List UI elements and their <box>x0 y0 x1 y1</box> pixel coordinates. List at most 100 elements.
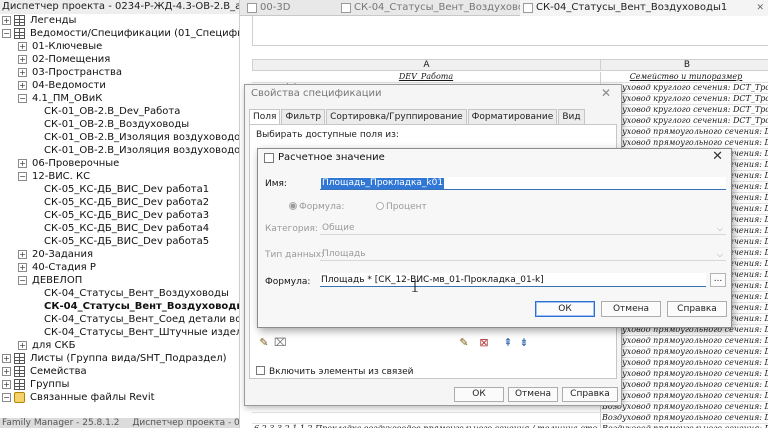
expand-icon[interactable]: + <box>18 263 27 272</box>
tree-label: 01-Ключевые <box>32 41 103 52</box>
data-type-select[interactable]: Площадь ⌵ <box>320 248 726 261</box>
cell-family-type[interactable]: Воздуховод круглого сечения: DCT_Тройник… <box>602 105 768 115</box>
tree-label: СК-01_ОВ-2.В_Dev_Работа <box>44 106 181 117</box>
cell-family-type[interactable]: Воздуховод прямоугольного сечения: DCT_О… <box>602 138 768 148</box>
cell-family-type[interactable]: Воздуховод прямоугольного сечения: DCT_О… <box>602 424 768 428</box>
cell-family-type[interactable]: Воздуховод прямоугольного сечения: DCT_О… <box>602 413 768 423</box>
radio-dot <box>289 202 297 210</box>
expand-icon[interactable]: + <box>18 55 27 64</box>
schedule-title-area <box>252 16 768 46</box>
formula-radio[interactable]: Формула: <box>289 202 344 212</box>
tree-label: СК-04_Статусы_Вент_Штучные изделия <box>44 327 240 338</box>
collapse-icon[interactable]: − <box>18 276 27 285</box>
cell-family-type[interactable]: Воздуховод прямоугольного сечения: DCT_О… <box>602 369 768 379</box>
cell-dev-work[interactable]: 6.2.3.3.2.1.1.2 Прокладка воздуховодов п… <box>254 424 598 428</box>
name-label: Имя: <box>265 179 287 189</box>
tree-label: СК-04_Статусы_Вент_Воздуховоды1 <box>44 301 240 312</box>
tree-label: СК-01_ОВ-2.В_Изоляция воздуховодов(1/2) <box>44 132 240 143</box>
cell-family-type[interactable]: Воздуховод прямоугольного сечения: DCT_О… <box>602 336 768 346</box>
tab-3d[interactable]: 00-3D <box>244 0 336 16</box>
cell-family-type[interactable]: Воздуховод прямоугольного сечения: DCT_О… <box>602 402 768 412</box>
expand-icon[interactable]: + <box>2 16 11 25</box>
expand-icon[interactable]: + <box>18 42 27 51</box>
tree-label: 40-Стадия Р <box>32 262 96 273</box>
cell-family-type[interactable]: Воздуховод прямоугольного сечения: DCT_О… <box>602 391 768 401</box>
formula-label: Формула: <box>265 277 311 287</box>
available-fields-label: Выбирать доступные поля из: <box>256 130 399 140</box>
checkbox-box[interactable] <box>256 366 265 375</box>
cell-family-type[interactable]: Воздуховод прямоугольного сечения: DCT_О… <box>602 358 768 368</box>
tree-label: 03-Пространства <box>32 67 122 78</box>
edit-calculated-icon[interactable]: ✎ <box>458 337 470 349</box>
cell-family-type[interactable]: Воздуховод прямоугольного сечения: DCT_О… <box>602 380 768 390</box>
formula-input[interactable] <box>320 273 706 287</box>
tab-sorting-grouping[interactable]: Сортировка/Группирование <box>326 109 467 124</box>
close-tab-icon[interactable]: ✕ <box>756 0 764 16</box>
header-family-type[interactable]: Семейство и типоразмер <box>602 72 768 82</box>
expand-icon[interactable]: + <box>18 250 27 259</box>
include-links-checkbox[interactable]: Включить элементы из связей <box>256 366 414 377</box>
radio-dot <box>376 202 384 210</box>
expand-icon[interactable]: + <box>18 81 27 90</box>
schedule-group-icon <box>14 366 25 377</box>
percent-radio[interactable]: Процент <box>376 202 427 212</box>
formula-radio-label: Формула: <box>299 202 345 212</box>
expand-icon[interactable]: + <box>18 68 27 77</box>
tab-fields[interactable]: Поля <box>249 109 281 124</box>
header-dev-work[interactable]: DEV_Работа <box>254 72 598 82</box>
taskbar-item-family-manager[interactable]: Family Manager - 25.8.1.2 <box>0 418 119 428</box>
column-a-header[interactable]: A <box>253 60 601 71</box>
tree-label: Группы <box>30 379 70 390</box>
schedule-icon <box>523 3 533 13</box>
tab-formatting[interactable]: Форматирование <box>467 109 558 124</box>
collapse-icon[interactable]: − <box>2 393 11 402</box>
ok-button[interactable]: ОК <box>535 301 595 317</box>
collapse-icon[interactable]: − <box>18 172 27 181</box>
remove-field-icon[interactable]: ⊠ <box>478 337 490 349</box>
expand-icon[interactable]: + <box>2 367 11 376</box>
collapse-icon[interactable]: − <box>2 29 11 38</box>
edit-pencil-icon[interactable]: ✎ <box>258 337 270 349</box>
table-row[interactable]: 6.2.3.3.2.1.1.2 Прокладка воздуховодов п… <box>252 424 768 428</box>
tree-label: для СКБ <box>32 340 76 351</box>
tab-schedule-ducts[interactable]: СК-04_Статусы_Вент_Воздуховоды <box>338 0 539 16</box>
cell-family-type[interactable]: Воздуховод прямоугольного сечения: DCT_О… <box>602 347 768 357</box>
taskbar: Family Manager - 25.8.1.2 Диспетчер прое… <box>0 418 239 428</box>
move-down-icon[interactable]: ⇟ <box>518 337 530 349</box>
tab-filter[interactable]: Фильтр <box>281 109 326 124</box>
help-button[interactable]: Справка <box>667 301 727 317</box>
column-b-header[interactable]: B <box>601 60 768 71</box>
help-button[interactable]: Справка <box>562 387 618 402</box>
move-up-icon[interactable]: ⇞ <box>502 337 514 349</box>
tree-label: СК-05_КС-ДБ_ВИС_Dev работа5 <box>44 236 210 247</box>
browse-parameters-button[interactable]: ... <box>710 273 726 287</box>
table-row[interactable]: Воздуховод прямоугольного сечения: DCT_О… <box>252 413 768 424</box>
tree-label: СК-04_Статусы_Вент_Воздуховоды <box>44 288 229 299</box>
cell-family-type[interactable]: Воздуховод круглого сечения: DCT_Тройник… <box>602 116 768 126</box>
expand-icon[interactable]: + <box>2 380 11 389</box>
close-icon[interactable]: ✕ <box>601 86 611 100</box>
cell-family-type[interactable]: Воздуховод круглого сечения: DCT_Тройник… <box>602 94 768 104</box>
cell-family-type[interactable]: Воздуховод прямоугольного сечения: DCT_О… <box>602 127 768 137</box>
3d-view-icon <box>247 3 257 13</box>
tab-appearance[interactable]: Вид <box>558 109 585 124</box>
collapse-icon[interactable]: − <box>18 94 27 103</box>
chevron-down-icon: ⌵ <box>716 250 723 259</box>
delete-field-icon[interactable]: ⌧ <box>274 337 287 349</box>
cancel-button[interactable]: Отмена <box>508 387 558 402</box>
tree-label: 02-Помещения <box>32 54 111 65</box>
ok-button[interactable]: ОК <box>454 387 504 402</box>
expand-icon[interactable]: + <box>2 354 11 363</box>
cell-family-type[interactable]: Воздуховод круглого сечения: DCT_Тройник… <box>602 83 768 93</box>
cancel-button[interactable]: Отмена <box>601 301 661 317</box>
close-icon[interactable]: ✕ <box>712 149 723 164</box>
expand-icon[interactable]: + <box>18 341 27 350</box>
name-selected-text: Площадь_Прокладка_k01 <box>321 178 445 189</box>
chevron-down-icon: ⌵ <box>716 224 723 233</box>
view-tabs: 00-3D СК-04_Статусы_Вент_Воздуховоды СК-… <box>240 0 768 16</box>
expand-icon[interactable]: + <box>18 159 27 168</box>
tab-schedule-ducts-1[interactable]: СК-04_Статусы_Вент_Воздуховоды1 ✕ <box>520 0 768 16</box>
taskbar-item-project-browser[interactable]: Диспетчер проекта - 0234-... <box>130 418 239 428</box>
category-select[interactable]: Общие ⌵ <box>320 222 726 235</box>
schedule-icon <box>341 3 351 13</box>
